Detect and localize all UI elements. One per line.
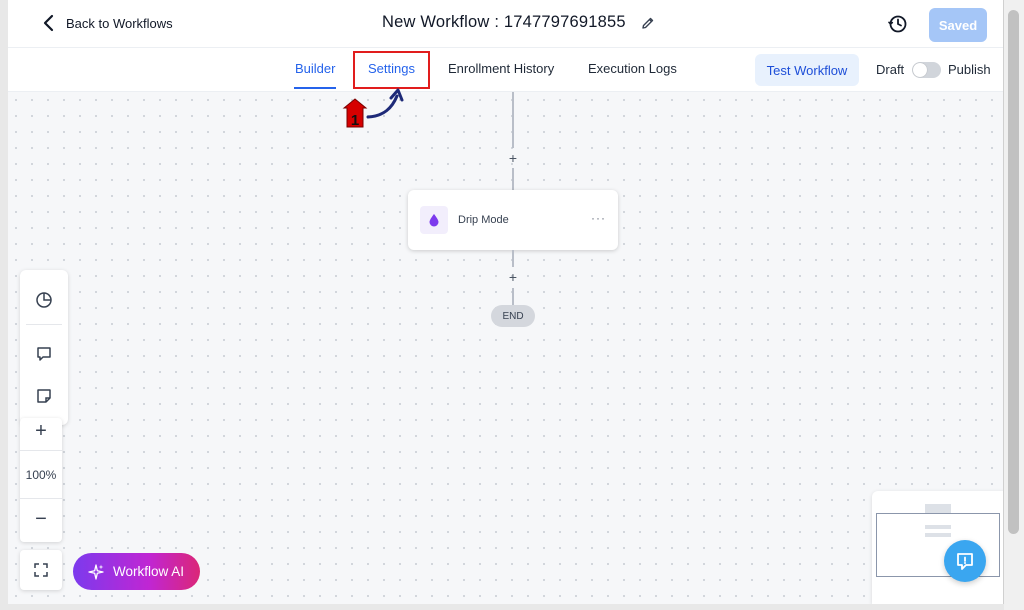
help-chat-button[interactable]: [944, 540, 986, 582]
workflow-ai-button[interactable]: Workflow AI: [73, 553, 200, 590]
workflow-ai-label: Workflow AI: [113, 564, 185, 579]
node-more-icon[interactable]: ···: [591, 211, 606, 225]
test-workflow-button[interactable]: Test Workflow: [755, 54, 859, 86]
tab-enrollment-history[interactable]: Enrollment History: [448, 61, 554, 76]
toggle-knob: [913, 63, 927, 77]
chevron-left-icon: [43, 14, 54, 32]
divider: [20, 498, 62, 499]
tab-execution-logs[interactable]: Execution Logs: [588, 61, 677, 76]
zoom-controls: + 100% −: [20, 418, 62, 542]
step-annotation: 1: [340, 86, 410, 136]
page-scrollbar[interactable]: [1004, 0, 1024, 610]
tab-bar: Builder Settings Enrollment History Exec…: [8, 48, 1003, 92]
app-window: Back to Workflows New Workflow : 1747797…: [8, 0, 1004, 604]
minimap-node: [925, 525, 951, 529]
fit-view-button[interactable]: [20, 550, 62, 590]
settings-highlight-box: [353, 51, 430, 89]
add-step-button[interactable]: +: [506, 151, 520, 165]
node-label: Drip Mode: [458, 214, 509, 226]
edit-pencil-icon[interactable]: [640, 15, 656, 31]
saved-button[interactable]: Saved: [929, 8, 987, 42]
connector-line: [512, 92, 514, 148]
feedback-icon: [957, 553, 973, 570]
workflow-title-text: New Workflow : 1747797691855: [382, 13, 626, 31]
publish-toggle[interactable]: [912, 62, 941, 78]
scrollbar-thumb[interactable]: [1008, 10, 1019, 534]
minimap-node: [925, 533, 951, 537]
active-tab-indicator: [294, 87, 336, 89]
tab-builder[interactable]: Builder: [295, 61, 335, 76]
sparkles-icon: [88, 563, 104, 580]
back-label: Back to Workflows: [66, 15, 173, 31]
workflow-canvas[interactable]: + Drip Mode ··· + END: [8, 92, 1003, 604]
drip-mode-node[interactable]: Drip Mode ···: [408, 190, 618, 250]
connector-line: [512, 288, 514, 305]
version-history-icon[interactable]: [888, 14, 908, 34]
zoom-level: 100%: [25, 468, 57, 482]
workflow-title: New Workflow : 1747797691855: [382, 13, 656, 32]
analytics-pie-icon[interactable]: [32, 288, 56, 312]
droplet-icon: [420, 206, 448, 234]
comment-icon[interactable]: [32, 342, 56, 366]
end-node: END: [491, 305, 535, 327]
divider: [20, 450, 62, 451]
draft-label: Draft: [876, 62, 905, 77]
expand-icon: [34, 563, 48, 577]
publish-label: Publish: [948, 62, 991, 77]
sticky-note-icon[interactable]: [32, 384, 56, 408]
connector-line: [512, 250, 514, 267]
canvas-tools-panel: [20, 270, 68, 425]
zoom-out-button[interactable]: −: [20, 508, 62, 531]
add-step-button[interactable]: +: [506, 270, 520, 284]
connector-line: [512, 168, 514, 190]
minimap[interactable]: [872, 491, 1003, 604]
step-number: 1: [351, 112, 359, 129]
divider: [26, 324, 62, 325]
zoom-in-button[interactable]: +: [20, 418, 62, 448]
back-to-workflows-link[interactable]: Back to Workflows: [42, 14, 173, 32]
header: Back to Workflows New Workflow : 1747797…: [8, 0, 1003, 48]
